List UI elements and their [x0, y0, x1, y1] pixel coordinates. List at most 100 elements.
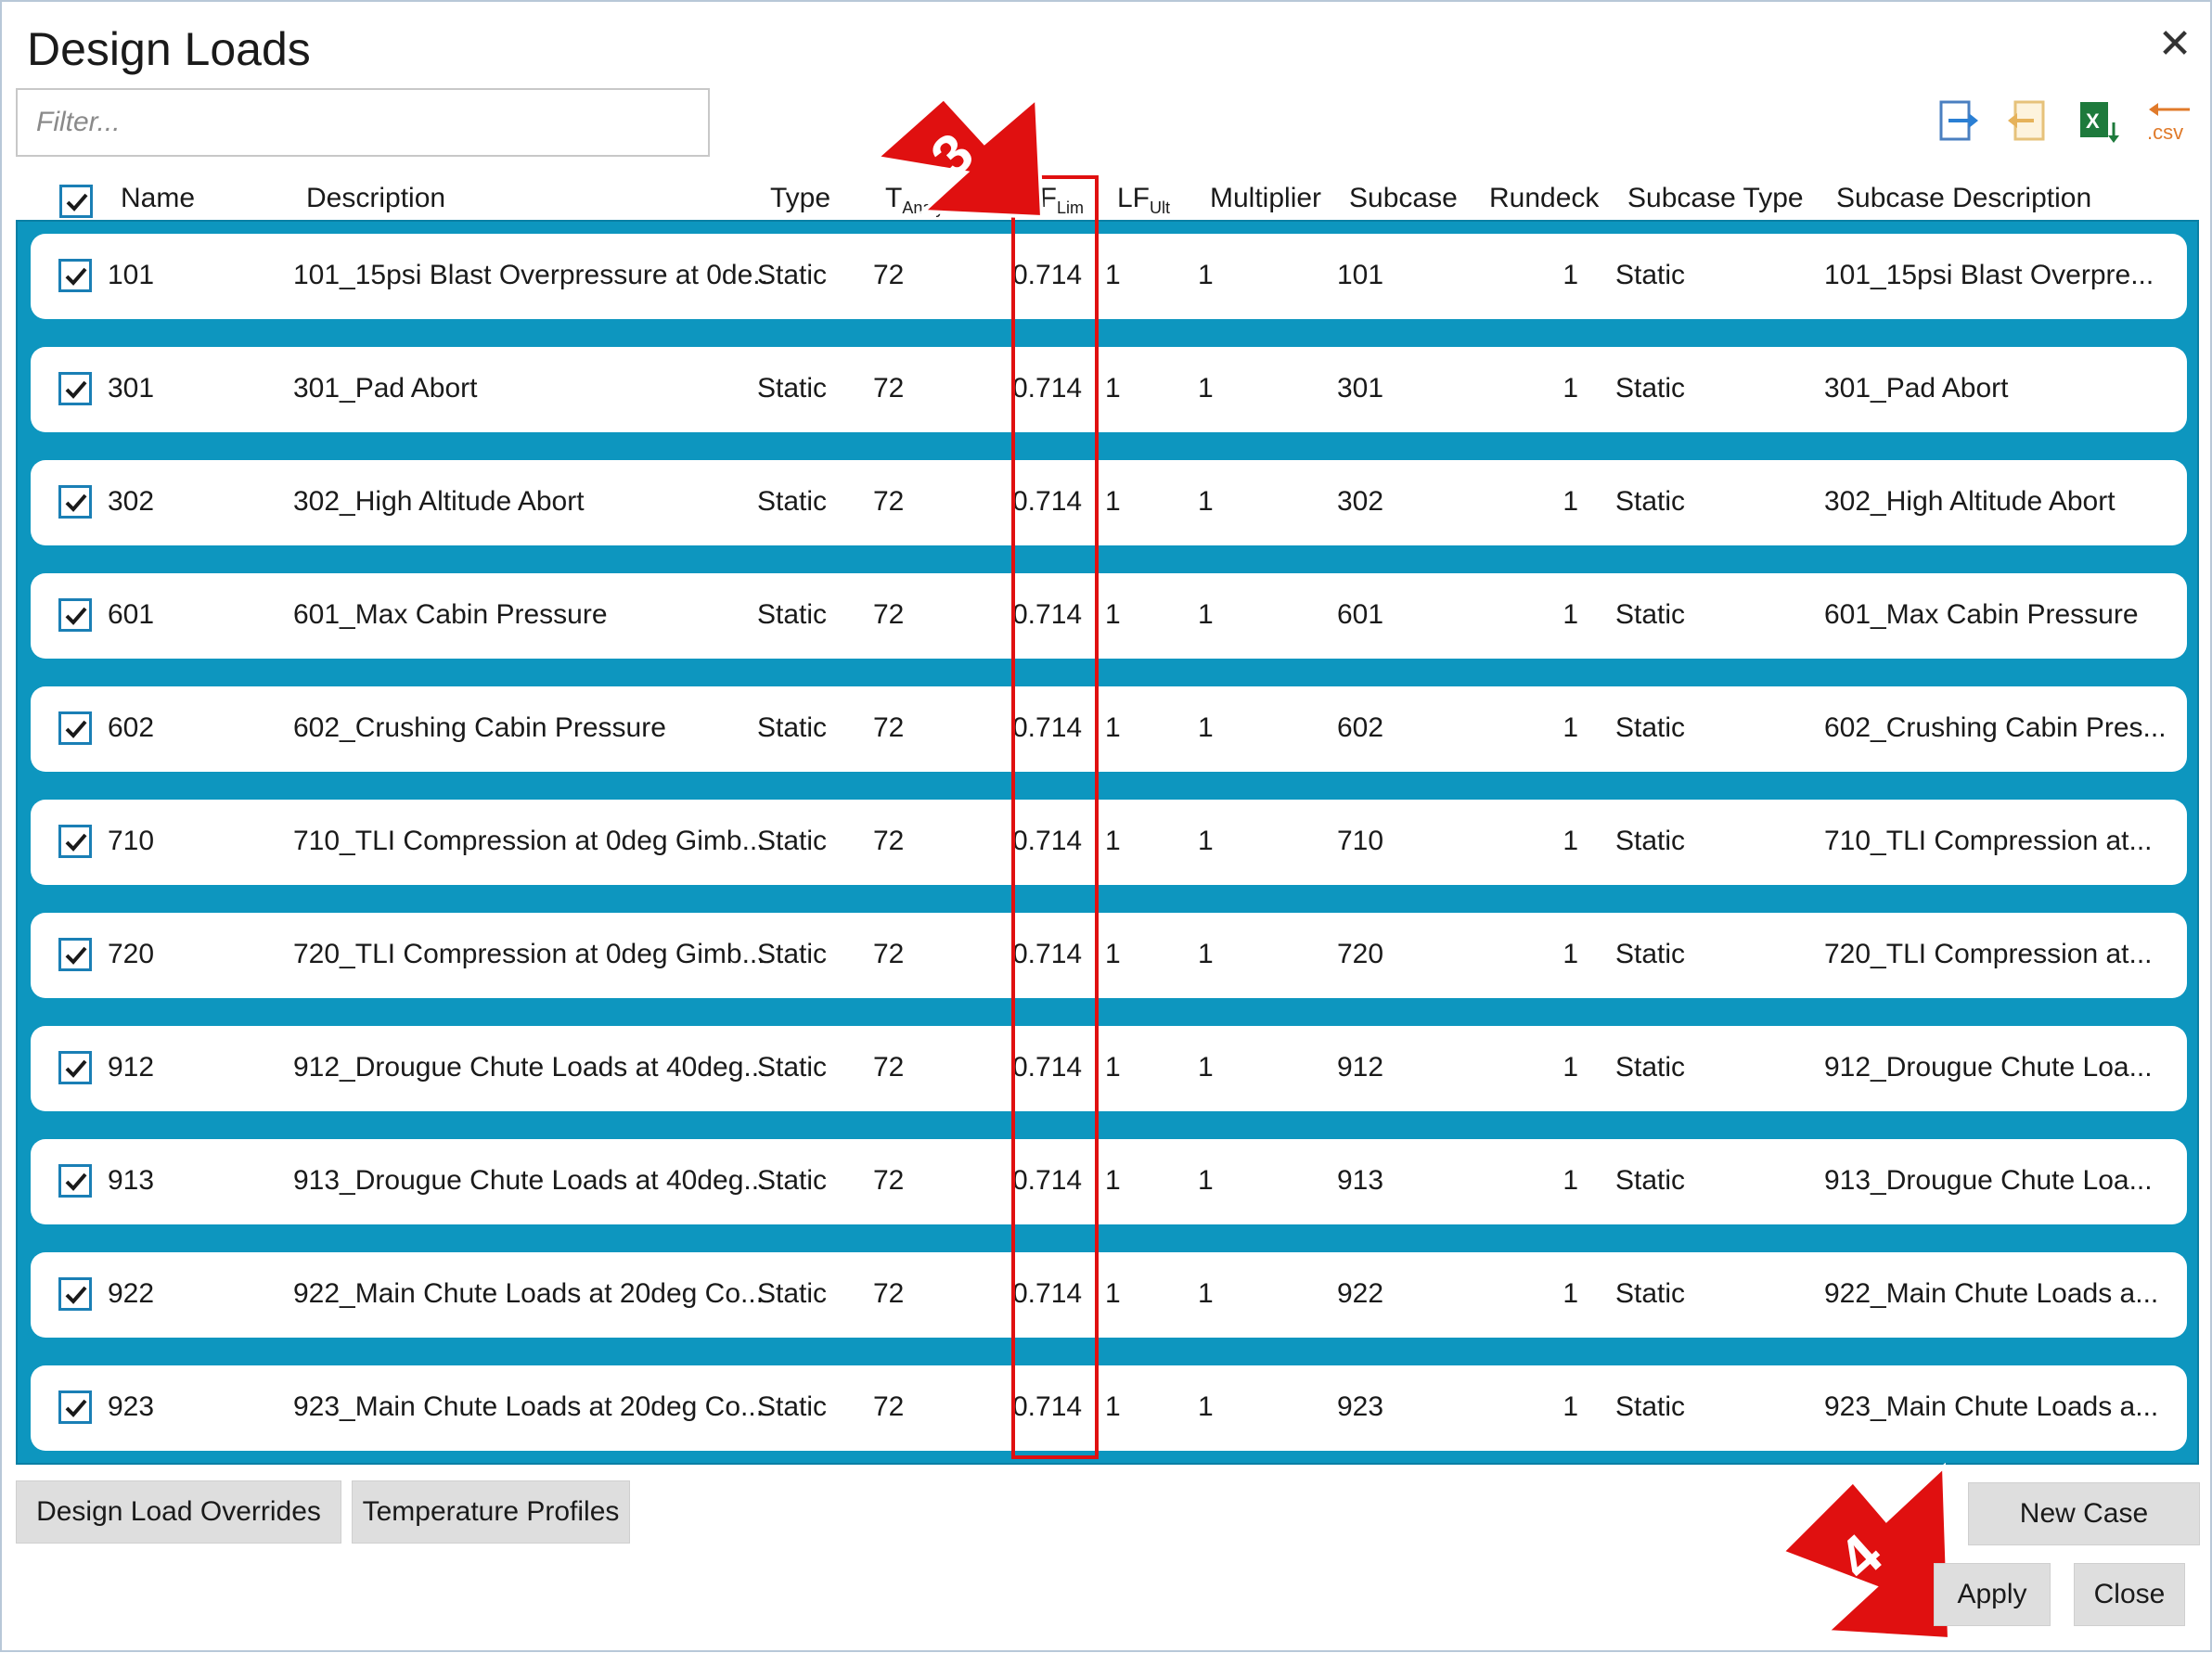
cell-subcase: 720 [1337, 939, 1384, 969]
cell-subcase-type: Static [1615, 599, 1686, 630]
cell-rundeck: 1 [1563, 826, 1578, 856]
row-checkbox[interactable] [58, 1051, 92, 1084]
cell-name: 912 [108, 1052, 155, 1083]
cell-name: 710 [108, 826, 155, 856]
column-header-name[interactable]: Name [121, 183, 195, 214]
cell-rundeck: 1 [1563, 1165, 1578, 1196]
column-header-subcase-type[interactable]: Subcase Type [1627, 183, 1804, 214]
column-header-subcase[interactable]: Subcase [1349, 183, 1458, 214]
row-checkbox[interactable] [58, 1164, 92, 1198]
table-row[interactable]: 601 601_Max Cabin Pressure Static 72 0.714 1 1… [31, 573, 2187, 659]
cell-type: Static [757, 1165, 828, 1196]
cell-subcase-description: 302_High Altitude Abort [1824, 486, 2116, 517]
cell-tanalysis: 72 [873, 1278, 905, 1309]
export-icon[interactable] [1936, 98, 1980, 145]
cell-tanalysis: 72 [873, 599, 905, 630]
cell-subcase-type: Static [1615, 826, 1686, 856]
cell-lfult: 1 [1105, 599, 1121, 630]
column-header-type[interactable]: Type [770, 183, 830, 214]
table-row[interactable]: 302 302_High Altitude Abort Static 72 0.714 1… [31, 460, 2187, 545]
cell-name: 923 [108, 1391, 155, 1422]
cell-subcase: 710 [1337, 826, 1384, 856]
cell-subcase-type: Static [1615, 1165, 1686, 1196]
column-header-description[interactable]: Description [306, 183, 445, 214]
cell-name: 913 [108, 1165, 155, 1196]
cell-multiplier: 1 [1198, 1052, 1214, 1083]
row-checkbox[interactable] [58, 1277, 92, 1311]
import-icon[interactable] [2006, 98, 2051, 145]
cell-subcase-type: Static [1615, 712, 1686, 743]
cell-rundeck: 1 [1563, 1391, 1578, 1422]
cell-description: 710_TLI Compression at 0deg Gimb... [293, 826, 765, 856]
table-row[interactable]: 602 602_Crushing Cabin Pressure Static 72 0.… [31, 686, 2187, 772]
cell-multiplier: 1 [1198, 599, 1214, 630]
cell-type: Static [757, 260, 828, 290]
row-checkbox[interactable] [58, 259, 92, 292]
row-checkbox[interactable] [58, 598, 92, 632]
cell-multiplier: 1 [1198, 939, 1214, 969]
cell-subcase: 912 [1337, 1052, 1384, 1083]
cell-type: Static [757, 939, 828, 969]
table-row[interactable]: 922 922_Main Chute Loads at 20deg Co... St… [31, 1252, 2187, 1338]
design-loads-dialog: Design Loads ✕ X .csv [0, 0, 2212, 1652]
excel-export-icon[interactable]: X [2077, 98, 2121, 145]
cell-description: 720_TLI Compression at 0deg Gimb... [293, 939, 765, 969]
cell-subcase-type: Static [1615, 1052, 1686, 1083]
cell-subcase-description: 101_15psi Blast Overpre... [1824, 260, 2154, 290]
step-3-callout: 3 [869, 94, 1046, 271]
column-header-multiplier[interactable]: Multiplier [1210, 183, 1321, 214]
close-button[interactable]: Close [2074, 1563, 2185, 1626]
table-row[interactable]: 710 710_TLI Compression at 0deg Gimb... St… [31, 800, 2187, 885]
table-row[interactable]: 720 720_TLI Compression at 0deg Gimb... St… [31, 913, 2187, 998]
cell-name: 602 [108, 712, 155, 743]
row-checkbox[interactable] [58, 711, 92, 745]
cell-lfult: 1 [1105, 260, 1121, 290]
cell-subcase-description: 710_TLI Compression at... [1824, 826, 2153, 856]
column-header-subcase-description[interactable]: Subcase Description [1836, 183, 2091, 214]
cell-name: 301 [108, 373, 155, 404]
new-case-button[interactable]: New Case [1968, 1482, 2200, 1545]
table-row[interactable]: 913 913_Drougue Chute Loads at 40deg... St… [31, 1139, 2187, 1224]
row-checkbox[interactable] [58, 938, 92, 971]
cell-type: Static [757, 486, 828, 517]
filter-input[interactable] [16, 88, 710, 157]
cell-multiplier: 1 [1198, 1391, 1214, 1422]
table-row[interactable]: 101 101_15psi Blast Overpressure at 0de..… [31, 234, 2187, 319]
cell-subcase-type: Static [1615, 260, 1686, 290]
cell-subcase: 101 [1337, 260, 1384, 290]
design-loads-grid: 101 101_15psi Blast Overpressure at 0de..… [16, 220, 2199, 1465]
table-row[interactable]: 301 301_Pad Abort Static 72 0.714 1 1 301 1 Stati… [31, 347, 2187, 432]
apply-button[interactable]: Apply [1934, 1563, 2051, 1626]
cell-type: Static [757, 373, 828, 404]
cell-subcase-description: 602_Crushing Cabin Pres... [1824, 712, 2167, 743]
cell-lfult: 1 [1105, 486, 1121, 517]
cell-subcase: 602 [1337, 712, 1384, 743]
cell-description: 922_Main Chute Loads at 20deg Co... [293, 1278, 765, 1309]
row-checkbox[interactable] [58, 1390, 92, 1424]
table-row[interactable]: 923 923_Main Chute Loads at 20deg Co... St… [31, 1365, 2187, 1451]
design-load-overrides-button[interactable]: Design Load Overrides [16, 1480, 341, 1544]
select-all-checkbox[interactable] [59, 185, 93, 218]
csv-import-icon[interactable]: .csv [2141, 98, 2197, 145]
column-header-rundeck[interactable]: Rundeck [1489, 183, 1599, 214]
cell-multiplier: 1 [1198, 1278, 1214, 1309]
cell-lfult: 1 [1105, 712, 1121, 743]
close-icon[interactable]: ✕ [2153, 22, 2197, 67]
column-header-lfult[interactable]: LFUlt [1117, 183, 1170, 218]
row-checkbox[interactable] [58, 485, 92, 519]
table-row[interactable]: 912 912_Drougue Chute Loads at 40deg... St… [31, 1026, 2187, 1111]
cell-description: 101_15psi Blast Overpressure at 0de... [293, 260, 768, 290]
cell-description: 923_Main Chute Loads at 20deg Co... [293, 1391, 765, 1422]
cell-name: 922 [108, 1278, 155, 1309]
cell-description: 912_Drougue Chute Loads at 40deg... [293, 1052, 767, 1083]
cell-rundeck: 1 [1563, 712, 1578, 743]
row-checkbox[interactable] [58, 372, 92, 405]
cell-rundeck: 1 [1563, 1278, 1578, 1309]
temperature-profiles-button[interactable]: Temperature Profiles [352, 1480, 630, 1544]
cell-subcase: 923 [1337, 1391, 1384, 1422]
cell-name: 101 [108, 260, 155, 290]
row-checkbox[interactable] [58, 825, 92, 858]
cell-subcase-description: 601_Max Cabin Pressure [1824, 599, 2139, 630]
cell-tanalysis: 72 [873, 1165, 905, 1196]
cell-subcase-type: Static [1615, 1391, 1686, 1422]
